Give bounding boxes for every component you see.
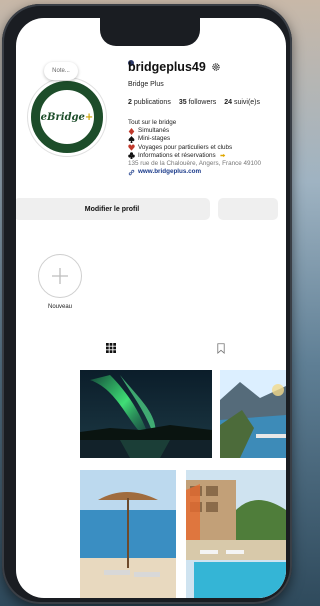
publications-stat[interactable]: 2 publications	[128, 99, 171, 106]
profile-screen: Note... eBridge+ bridgeplus49 Bridge Plu…	[16, 18, 286, 598]
post-coast-photo[interactable]	[220, 370, 286, 458]
phone-notch	[100, 18, 200, 46]
display-name: Bridge Plus	[128, 81, 164, 88]
new-highlight-circle	[38, 254, 82, 298]
phone-frame: Note... eBridge+ bridgeplus49 Bridge Plu…	[2, 4, 292, 604]
link-icon	[128, 169, 135, 176]
post-aurora-photo[interactable]	[80, 370, 212, 458]
avatar-logo-ring: eBridge+	[37, 87, 97, 147]
edit-profile-button[interactable]: Modifier le profil	[16, 198, 210, 220]
website-link[interactable]: www.bridgeplus.com	[128, 168, 286, 176]
username-text: bridgeplus49	[128, 60, 206, 74]
settings-icon[interactable]	[211, 62, 221, 72]
bio-item-voyages: Voyages pour particuliers et clubs	[128, 144, 286, 152]
avatar[interactable]: eBridge+	[28, 78, 106, 156]
heart-suit-icon	[128, 144, 135, 151]
bio-intro: Tout sur le bridge	[128, 119, 177, 126]
bio-item-simultanes: Simultanés	[128, 127, 286, 135]
username: bridgeplus49	[128, 60, 221, 74]
share-profile-button[interactable]	[218, 198, 278, 220]
new-highlight-label: Nouveau	[47, 304, 73, 310]
club-suit-icon	[128, 152, 135, 160]
bio-address: 135 rue de la Chalouère, Angers, France …	[128, 160, 262, 168]
bio-item-mini-stages: Mini-stages	[128, 135, 286, 143]
profile-stats: 2 publications 35 followers 24 suivi(e)s	[128, 99, 260, 106]
tab-grid[interactable]	[96, 336, 126, 360]
new-highlight[interactable]: Nouveau	[36, 254, 84, 310]
post-hotel-pool-photo[interactable]	[186, 470, 286, 598]
grid-icon	[106, 343, 116, 353]
bridge-plus-logo: eBridge+	[40, 111, 94, 123]
bio: Tout sur le bridge Simultanés Mini-stage…	[128, 119, 286, 176]
profile-tabs	[16, 336, 286, 360]
post-beach-umbrella-photo[interactable]	[80, 470, 176, 598]
profile-actions: Modifier le profil	[16, 198, 286, 220]
spade-suit-icon	[128, 136, 135, 143]
pointing-hand-icon	[220, 154, 226, 158]
following-stat[interactable]: 24 suivi(e)s	[224, 99, 260, 106]
plus-icon	[52, 268, 68, 284]
bio-item-informations: Informations et réservations	[128, 152, 286, 160]
followers-stat[interactable]: 35 followers	[179, 99, 216, 106]
tab-tagged[interactable]	[206, 336, 236, 360]
note-bubble[interactable]: Note...	[44, 62, 78, 80]
diamond-suit-icon	[128, 127, 135, 135]
bookmark-icon	[217, 342, 225, 354]
